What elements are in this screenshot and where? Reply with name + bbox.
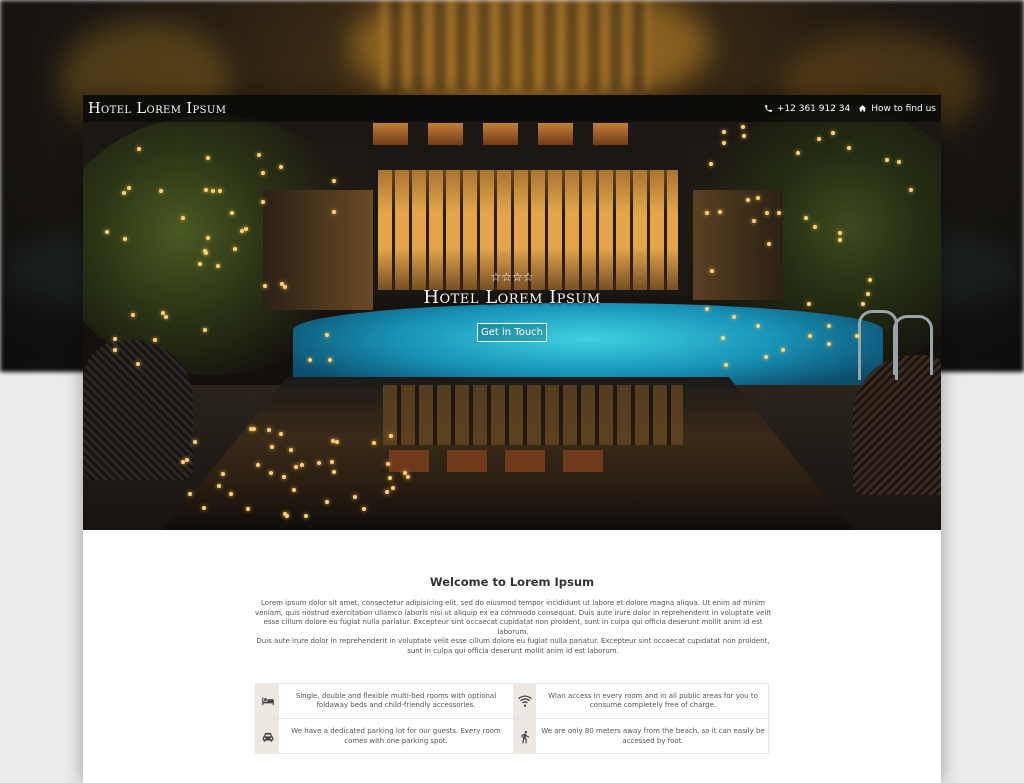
- get-in-touch-button[interactable]: Get in Touch: [477, 323, 547, 342]
- hero-caption: ☆☆☆☆ Hotel Lorem Ipsum Get in Touch: [83, 271, 941, 342]
- page-card: Hotel Lorem Ipsum +12 361 912 34 How to …: [83, 95, 941, 783]
- wifi-icon: [517, 695, 532, 707]
- feature-wifi: Wlan access in every room and in all pub…: [513, 684, 770, 719]
- star-rating: ☆☆☆☆: [490, 270, 534, 284]
- feature-text: Single, double and flexible multi-bed ro…: [295, 691, 497, 710]
- features-grid: Single, double and flexible multi-bed ro…: [255, 683, 770, 754]
- bed-icon: [261, 697, 274, 706]
- feature-text: We are only 80 meters away from the beac…: [541, 727, 765, 745]
- top-navbar: Hotel Lorem Ipsum +12 361 912 34 How to …: [83, 95, 941, 122]
- phone-icon: [765, 105, 772, 112]
- welcome-heading: Welcome to Lorem Ipsum: [429, 575, 595, 589]
- intro-paragraph-2: Duis aute irure dolor in reprehenderit i…: [256, 637, 770, 655]
- contact-links: +12 361 912 34 How to find us: [764, 104, 936, 114]
- home-icon: [859, 105, 867, 112]
- phone-link[interactable]: +12 361 912 34: [764, 104, 850, 114]
- feature-text: We have a dedicated parking lot for our …: [291, 727, 501, 745]
- intro-paragraph-1: Lorem ipsum dolor sit amet, consectetur …: [254, 599, 772, 636]
- hero-title: Hotel Lorem Ipsum: [423, 287, 601, 308]
- brand-logo[interactable]: Hotel Lorem Ipsum: [88, 101, 226, 117]
- phone-number: +12 361 912 34: [776, 103, 851, 114]
- feature-parking: We have a dedicated parking lot for our …: [256, 719, 513, 754]
- feature-rooms: Single, double and flexible multi-bed ro…: [256, 684, 513, 719]
- find-us-label: How to find us: [871, 103, 936, 114]
- feature-text: Wlan access in every room and in all pub…: [548, 691, 758, 710]
- car-icon: [262, 732, 273, 742]
- hero-section: Hotel Lorem Ipsum +12 361 912 34 How to …: [83, 95, 941, 530]
- feature-beach: We are only 80 meters away from the beac…: [513, 719, 770, 754]
- walking-icon: [521, 730, 529, 743]
- find-us-link[interactable]: How to find us: [858, 104, 936, 114]
